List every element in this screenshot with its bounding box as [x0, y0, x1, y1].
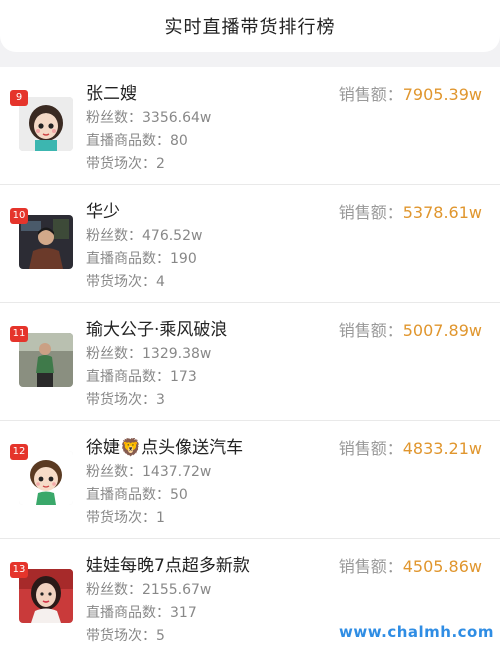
rank-badge: 9	[10, 90, 28, 106]
streamer-name[interactable]: 瑜大公子·乘风破浪	[86, 315, 227, 340]
page-header: 实时直播带货排行榜	[0, 0, 500, 52]
products-count: 直播商品数：80	[86, 133, 188, 149]
rank-badge: 12	[10, 444, 28, 460]
sessions-count: 带货场次：2	[86, 156, 165, 172]
sales-amount: 销售额：4505.86w	[338, 557, 482, 576]
products-count: 直播商品数：173	[86, 369, 197, 385]
sessions-count: 带货场次：1	[86, 510, 165, 526]
sales-amount: 销售额：7905.39w	[338, 85, 482, 104]
streamer-name[interactable]: 张二嫂	[86, 79, 137, 104]
rank-badge: 11	[10, 326, 28, 342]
list-item[interactable]: 11 瑜大公子·乘风破浪 粉丝数：1329.38w 直播商品数：173 带货场次…	[0, 303, 500, 421]
rank-badge: 10	[10, 208, 28, 224]
sessions-count: 带货场次：4	[86, 274, 165, 290]
sessions-count: 带货场次：3	[86, 392, 165, 408]
watermark: www.chalmh.com	[339, 623, 494, 641]
streamer-name[interactable]: 华少	[86, 197, 120, 222]
streamer-name[interactable]: 徐婕🦁点头像送汽车	[86, 433, 243, 458]
sales-amount: 销售额：4833.21w	[338, 439, 482, 458]
sessions-count: 带货场次：5	[86, 628, 165, 644]
ranking-list: 9 张二嫂 粉丝数：3356.64w 直播商品数：80 带货场次：2 销售额：7…	[0, 67, 500, 645]
rank-badge: 13	[10, 562, 28, 578]
fans-count: 粉丝数：3356.64w	[86, 110, 212, 126]
fans-count: 粉丝数：1329.38w	[86, 346, 212, 362]
fans-count: 粉丝数：1437.72w	[86, 464, 212, 480]
sales-amount: 销售额：5007.89w	[338, 321, 482, 340]
list-item[interactable]: 9 张二嫂 粉丝数：3356.64w 直播商品数：80 带货场次：2 销售额：7…	[0, 67, 500, 185]
list-item[interactable]: 12 徐婕🦁点头像送汽车 粉丝数：1437.72w 直播商品数：50 带货场次：…	[0, 421, 500, 539]
products-count: 直播商品数：317	[86, 605, 197, 621]
page-title: 实时直播带货排行榜	[164, 17, 336, 38]
list-item[interactable]: 10 华少 粉丝数：476.52w 直播商品数：190 带货场次：4 销售额：5…	[0, 185, 500, 303]
fans-count: 粉丝数：2155.67w	[86, 582, 212, 598]
fans-count: 粉丝数：476.52w	[86, 228, 203, 244]
sales-amount: 销售额：5378.61w	[338, 203, 482, 222]
streamer-name[interactable]: 娃娃每晚7点超多新款	[86, 551, 250, 576]
products-count: 直播商品数：50	[86, 487, 188, 503]
products-count: 直播商品数：190	[86, 251, 197, 267]
